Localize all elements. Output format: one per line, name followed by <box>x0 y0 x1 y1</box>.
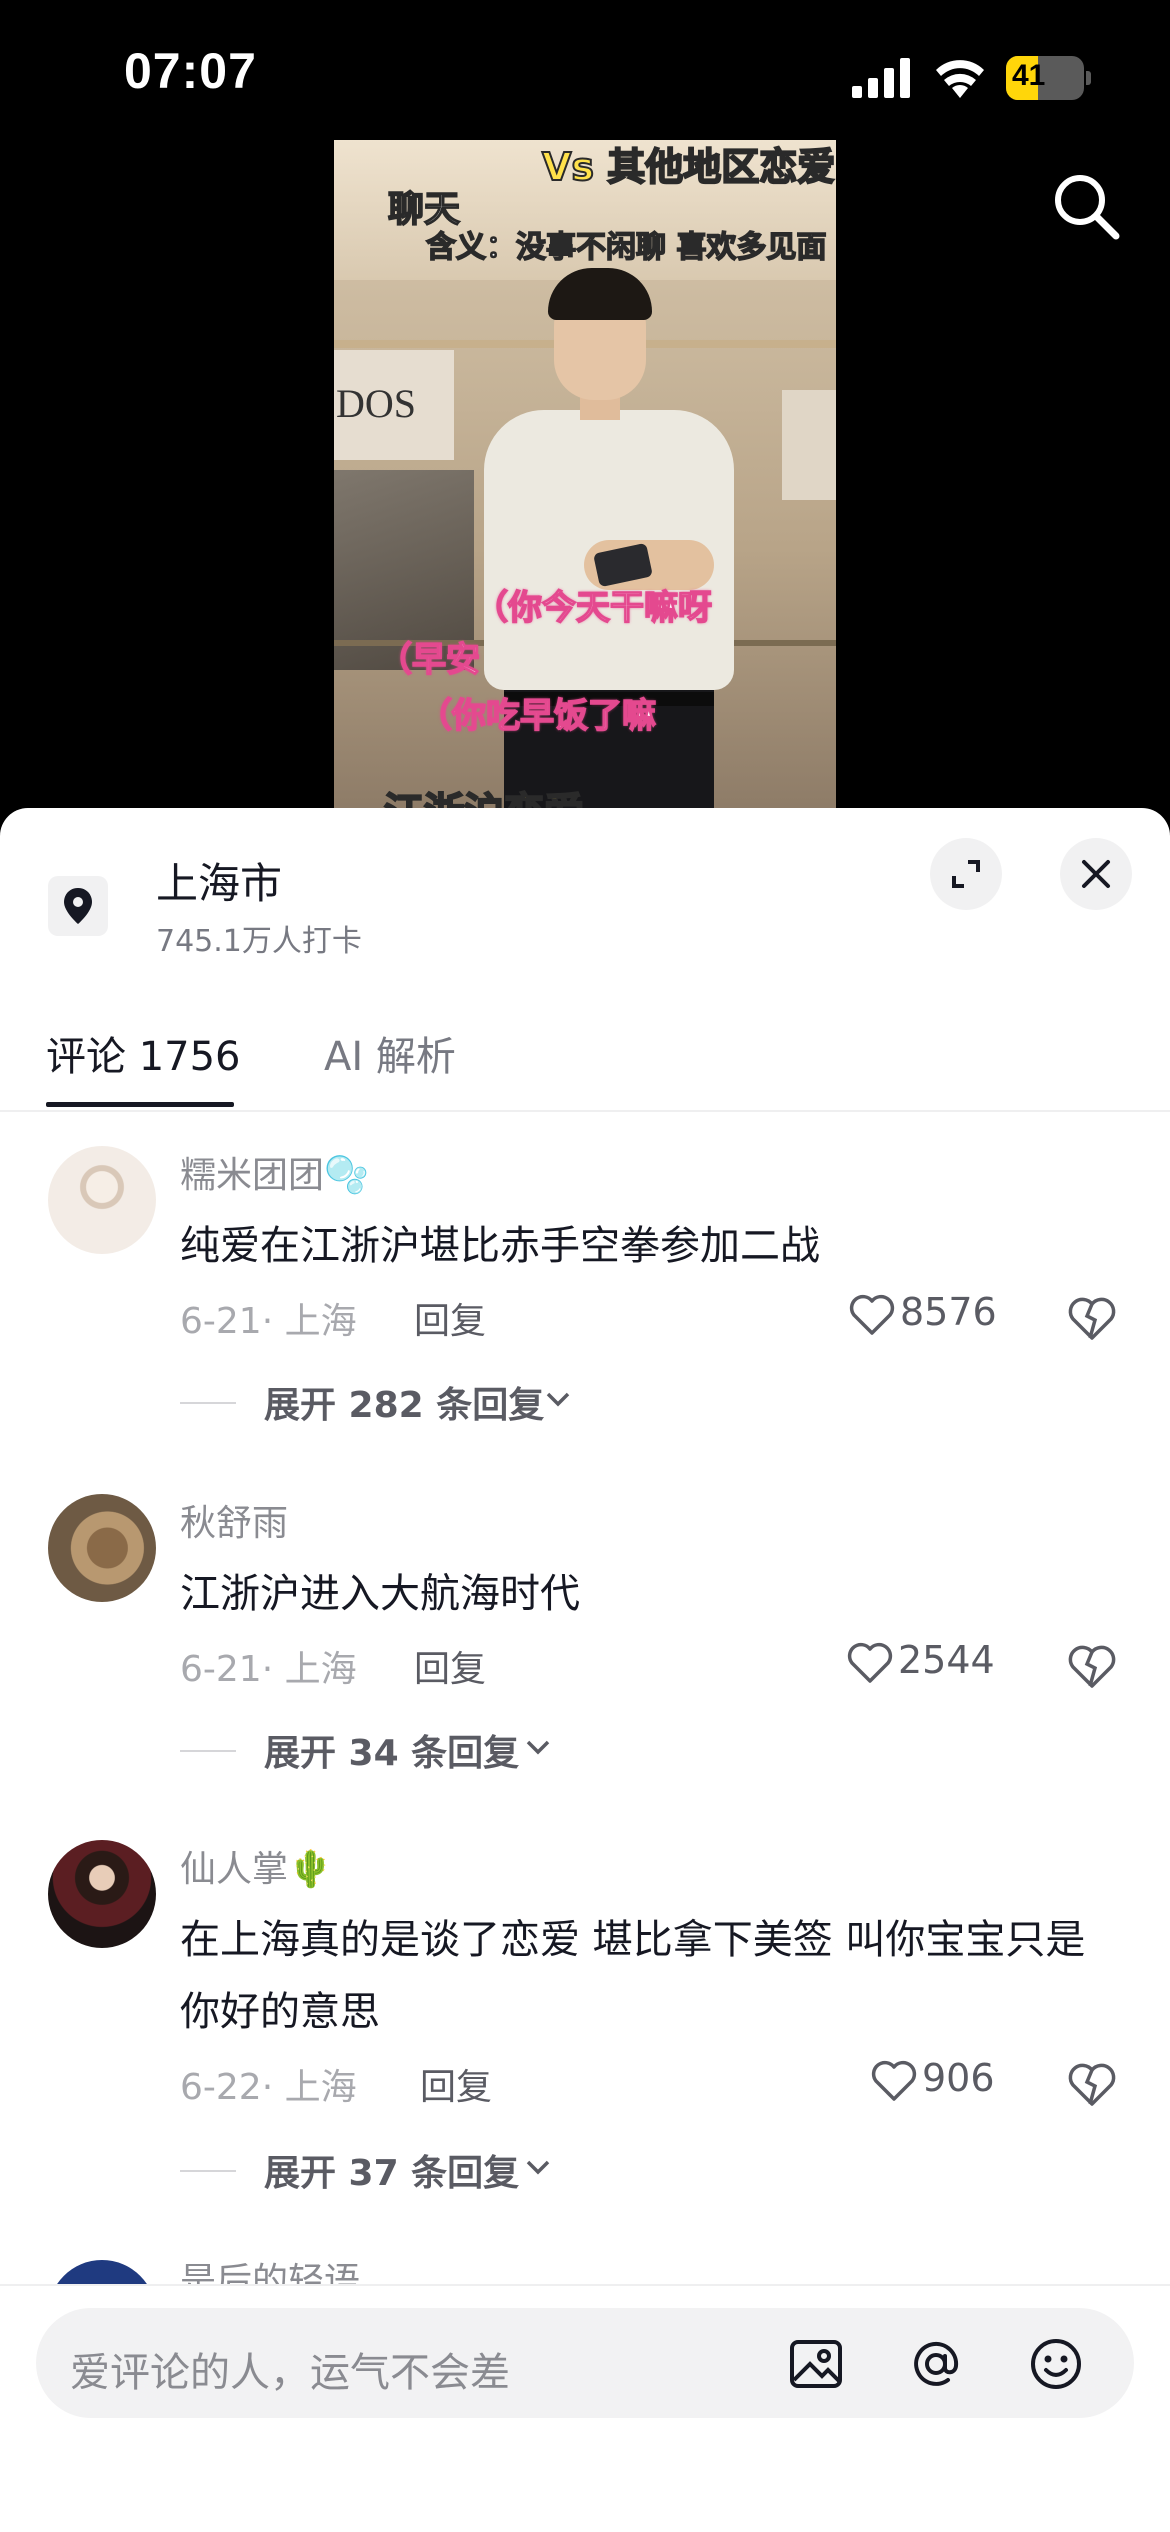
avatar[interactable] <box>48 1840 156 1948</box>
comment-sheet: 上海市 745.1万人打卡 评论 1756 AI 解析 糯米团团🫧 纯爱在江浙沪… <box>0 808 1170 2532</box>
comment-username[interactable]: 仙人掌🌵 <box>180 1840 333 1892</box>
close-icon <box>1082 860 1110 888</box>
video-bubble-3: （你吃早饭了嘛 <box>417 695 657 737</box>
comment-username[interactable]: 糯米团团🫧 <box>180 1146 369 1198</box>
avatar[interactable] <box>48 1146 156 1254</box>
at-icon[interactable] <box>908 2336 964 2392</box>
avatar[interactable] <box>48 1494 156 1602</box>
expand-icon <box>952 860 980 888</box>
location-title[interactable]: 上海市 <box>156 850 282 911</box>
cellular-signal-icon <box>852 58 910 98</box>
video-caption-top: Vs 其他地区恋爱 <box>541 144 836 190</box>
expand-divider <box>180 1402 236 1404</box>
tab-comments[interactable]: 评论 1756 <box>46 1024 241 1082</box>
close-button[interactable] <box>1060 838 1132 910</box>
divider <box>0 1110 1170 1112</box>
comment-input[interactable]: 爱评论的人，运气不会差 <box>36 2308 1134 2418</box>
comment-input-placeholder: 爱评论的人，运气不会差 <box>70 2350 510 2396</box>
expand-divider <box>180 2170 236 2172</box>
expand-divider <box>180 1750 236 1752</box>
comment-date-location: 6-22· 上海 <box>180 2067 357 2108</box>
chevron-down-icon <box>546 1392 570 1407</box>
chevron-down-icon <box>526 2160 550 2175</box>
heart-icon <box>847 1642 893 1683</box>
like-count: 906 <box>922 2056 995 2100</box>
comment-text: 纯爱在江浙沪堪比赤手空拳参加二战 <box>180 1223 820 1269</box>
like-count: 2544 <box>898 1638 995 1682</box>
status-time: 07:07 <box>124 43 257 99</box>
status-bar: 07:07 41 <box>0 0 1170 150</box>
reply-button[interactable]: 回复 <box>414 1640 486 1692</box>
store-sign: DOS <box>336 381 417 426</box>
wifi-icon <box>936 60 984 98</box>
comment-item: 糯米团团🫧 纯爱在江浙沪堪比赤手空拳参加二战 6-21· 上海 回复 8576 … <box>0 1146 1170 1446</box>
heart-icon <box>849 1294 895 1335</box>
comment-text: 在上海真的是谈了恋爱 堪比拿下美签 叫你宝宝只是你好的意思 <box>180 1917 1086 2035</box>
battery-level: 41 <box>1012 59 1046 92</box>
video-player[interactable]: DOS Vs 其他地区恋爱 聊天 含义：没事不闲聊 喜欢多见面 （你今天干嘛呀 … <box>334 140 836 820</box>
chevron-down-icon <box>526 1740 550 1755</box>
location-badge <box>48 876 108 936</box>
search-button[interactable] <box>1050 170 1122 242</box>
broken-heart-icon[interactable] <box>1066 1294 1118 1342</box>
comment-text: 江浙沪进入大航海时代 <box>180 1571 580 1617</box>
tab-ai-analysis[interactable]: AI 解析 <box>324 1024 456 1082</box>
emoji-icon[interactable] <box>1028 2336 1084 2392</box>
comment-username[interactable]: 秋舒雨 <box>180 1494 288 1546</box>
comment-date-location: 6-21· 上海 <box>180 1649 357 1690</box>
reply-button[interactable]: 回复 <box>420 2058 492 2110</box>
broken-heart-icon[interactable] <box>1066 2060 1118 2108</box>
video-bubble-2: （早安 <box>377 639 481 681</box>
active-tab-indicator <box>46 1102 234 1107</box>
battery-icon: 41 <box>1006 56 1091 100</box>
video-caption-meaning: 含义：没事不闲聊 喜欢多见面 <box>425 229 827 266</box>
reply-button[interactable]: 回复 <box>414 1292 486 1344</box>
comment-item: 秋舒雨 江浙沪进入大航海时代 6-21· 上海 回复 2544 展开 34 条回… <box>0 1494 1170 1794</box>
divider <box>0 2284 1170 2286</box>
video-bubble-1: （你今天干嘛呀 <box>473 587 713 629</box>
broken-heart-icon[interactable] <box>1066 1642 1118 1690</box>
location-pin-icon <box>64 888 92 924</box>
avatar[interactable] <box>48 2260 156 2284</box>
comment-date-location: 6-21· 上海 <box>180 1301 357 1342</box>
expand-button[interactable] <box>930 838 1002 910</box>
like-count: 8576 <box>900 1290 997 1334</box>
heart-icon <box>871 2060 917 2101</box>
like-button[interactable]: 2544 <box>846 1638 995 1685</box>
comment-item: 是后的轻语 <box>0 2260 1170 2284</box>
like-button[interactable]: 906 <box>870 2056 995 2103</box>
image-icon[interactable] <box>788 2336 844 2392</box>
search-icon <box>1055 175 1120 240</box>
location-checkin-count: 745.1万人打卡 <box>156 924 362 959</box>
comment-item: 仙人掌🌵 在上海真的是谈了恋爱 堪比拿下美签 叫你宝宝只是你好的意思 6-22·… <box>0 1840 1170 2220</box>
like-button[interactable]: 8576 <box>848 1290 997 1337</box>
comment-username[interactable]: 是后的轻语 <box>180 2260 360 2284</box>
